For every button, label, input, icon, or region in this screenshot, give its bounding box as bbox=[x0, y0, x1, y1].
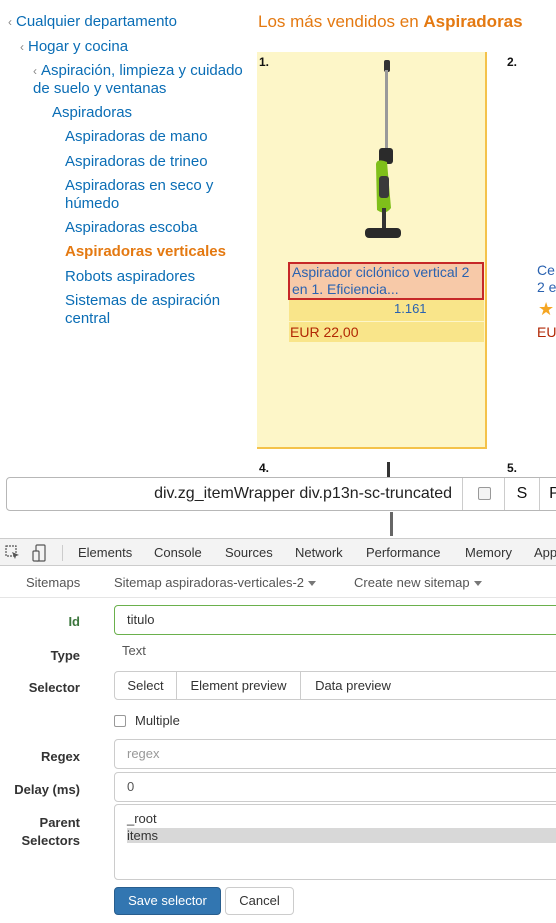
tab-performance[interactable]: Performance bbox=[366, 545, 440, 560]
element-preview-button[interactable]: Element preview bbox=[176, 671, 301, 700]
star-icon: ★ bbox=[538, 299, 555, 319]
product-rank: 1. bbox=[259, 55, 270, 69]
chevron-left-icon: ‹ bbox=[33, 64, 37, 78]
list-item[interactable]: _root bbox=[127, 811, 556, 826]
cancel-button[interactable]: Cancel bbox=[225, 887, 294, 915]
caret-down-icon bbox=[308, 581, 317, 587]
product-rank: 4. bbox=[259, 461, 270, 475]
select-button[interactable]: Select bbox=[114, 671, 177, 700]
category-link[interactable]: ‹ Aspiración, limpieza y cuidado de suelo… bbox=[33, 62, 253, 98]
parent-selectors-label: Parent Selectors bbox=[21, 815, 80, 848]
data-preview-button[interactable]: Data preview bbox=[300, 671, 406, 700]
product-rank: 5. bbox=[507, 461, 518, 475]
create-sitemap-dropdown[interactable]: Create new sitemap bbox=[354, 575, 482, 590]
chevron-left-icon: ‹ bbox=[8, 15, 12, 29]
vacuum-product-image[interactable] bbox=[357, 58, 409, 248]
tab-network[interactable]: Network bbox=[295, 545, 343, 560]
tab-console[interactable]: Console bbox=[154, 545, 202, 560]
product-rank: 2. bbox=[507, 55, 518, 69]
tab-sources[interactable]: Sources bbox=[225, 545, 273, 560]
chevron-left-icon: ‹ bbox=[20, 40, 24, 54]
select-done-button[interactable]: S bbox=[504, 478, 539, 510]
tab-memory[interactable]: Memory bbox=[465, 545, 512, 560]
vacuum-handle-fragment bbox=[387, 462, 390, 478]
category-link[interactable]: Aspiradoras escoba bbox=[65, 219, 198, 237]
tab-application[interactable]: App bbox=[534, 545, 556, 560]
product-price: EUR 22,00 bbox=[290, 324, 359, 340]
review-count[interactable]: 1.161 bbox=[394, 301, 427, 316]
regex-label: Regex bbox=[40, 749, 80, 764]
product-price: EU bbox=[537, 324, 556, 340]
save-selector-button[interactable]: Save selector bbox=[114, 887, 221, 915]
selector-preview-text: div.zg_itemWrapper div.p13n-sc-truncated bbox=[13, 478, 463, 510]
inspect-element-icon[interactable] bbox=[5, 545, 21, 561]
selector-input[interactable] bbox=[405, 671, 556, 700]
category-link[interactable]: ‹ Cualquier departamento bbox=[8, 13, 177, 31]
type-label: Type bbox=[50, 648, 80, 663]
review-row-highlight bbox=[289, 299, 484, 321]
regex-input[interactable]: regex bbox=[114, 739, 556, 769]
category-link[interactable]: Aspiradoras de mano bbox=[65, 128, 208, 146]
type-select[interactable]: Text bbox=[114, 637, 556, 667]
parent-selectors-list[interactable]: _root items bbox=[114, 804, 556, 880]
selector-toolbar: div.zg_itemWrapper div.p13n-sc-truncated… bbox=[6, 477, 556, 511]
category-link[interactable]: Robots aspiradores bbox=[65, 268, 195, 286]
devtools-toolbar: Elements Console Sources Network Perform… bbox=[0, 538, 556, 566]
selector-label: Selector bbox=[28, 680, 80, 695]
id-label: Id bbox=[68, 614, 80, 629]
selector-button[interactable]: P bbox=[539, 478, 556, 510]
category-current: Aspiradoras verticales bbox=[65, 243, 226, 260]
category-link[interactable]: ‹ Hogar y cocina bbox=[20, 38, 128, 56]
product-title-link[interactable]: Aspirador ciclónico vertical 2 en 1. Efi… bbox=[288, 262, 484, 300]
tab-elements[interactable]: Elements bbox=[78, 545, 132, 560]
toolbar-divider bbox=[62, 545, 63, 561]
vacuum-handle-fragment bbox=[390, 512, 393, 536]
device-toggle-icon[interactable] bbox=[32, 544, 46, 562]
product-title-link[interactable]: Ce 2 e bbox=[537, 262, 556, 296]
list-item-selected[interactable]: items bbox=[127, 828, 556, 843]
category-link[interactable]: Aspiradoras de trineo bbox=[65, 153, 208, 171]
category-link[interactable]: Sistemas de aspiración central bbox=[65, 292, 255, 328]
category-link[interactable]: Aspiradoras en seco y húmedo bbox=[65, 177, 245, 213]
multiple-checkbox[interactable] bbox=[478, 487, 491, 500]
bestsellers-heading: Los más vendidos en Aspiradoras bbox=[258, 12, 523, 31]
sitemaps-link[interactable]: Sitemaps bbox=[26, 575, 80, 590]
category-link[interactable]: Aspiradoras bbox=[52, 104, 132, 122]
multiple-checkbox[interactable] bbox=[114, 715, 126, 727]
delay-label: Delay (ms) bbox=[14, 782, 80, 797]
id-input[interactable]: titulo bbox=[114, 605, 556, 635]
current-sitemap-dropdown[interactable]: Sitemap aspiradoras-verticales-2 bbox=[114, 575, 317, 590]
multiple-label: Multiple bbox=[135, 713, 180, 728]
sitemap-nav: Sitemaps Sitemap aspiradoras-verticales-… bbox=[0, 566, 556, 598]
caret-down-icon bbox=[473, 581, 482, 587]
delay-input[interactable]: 0 bbox=[114, 772, 556, 802]
